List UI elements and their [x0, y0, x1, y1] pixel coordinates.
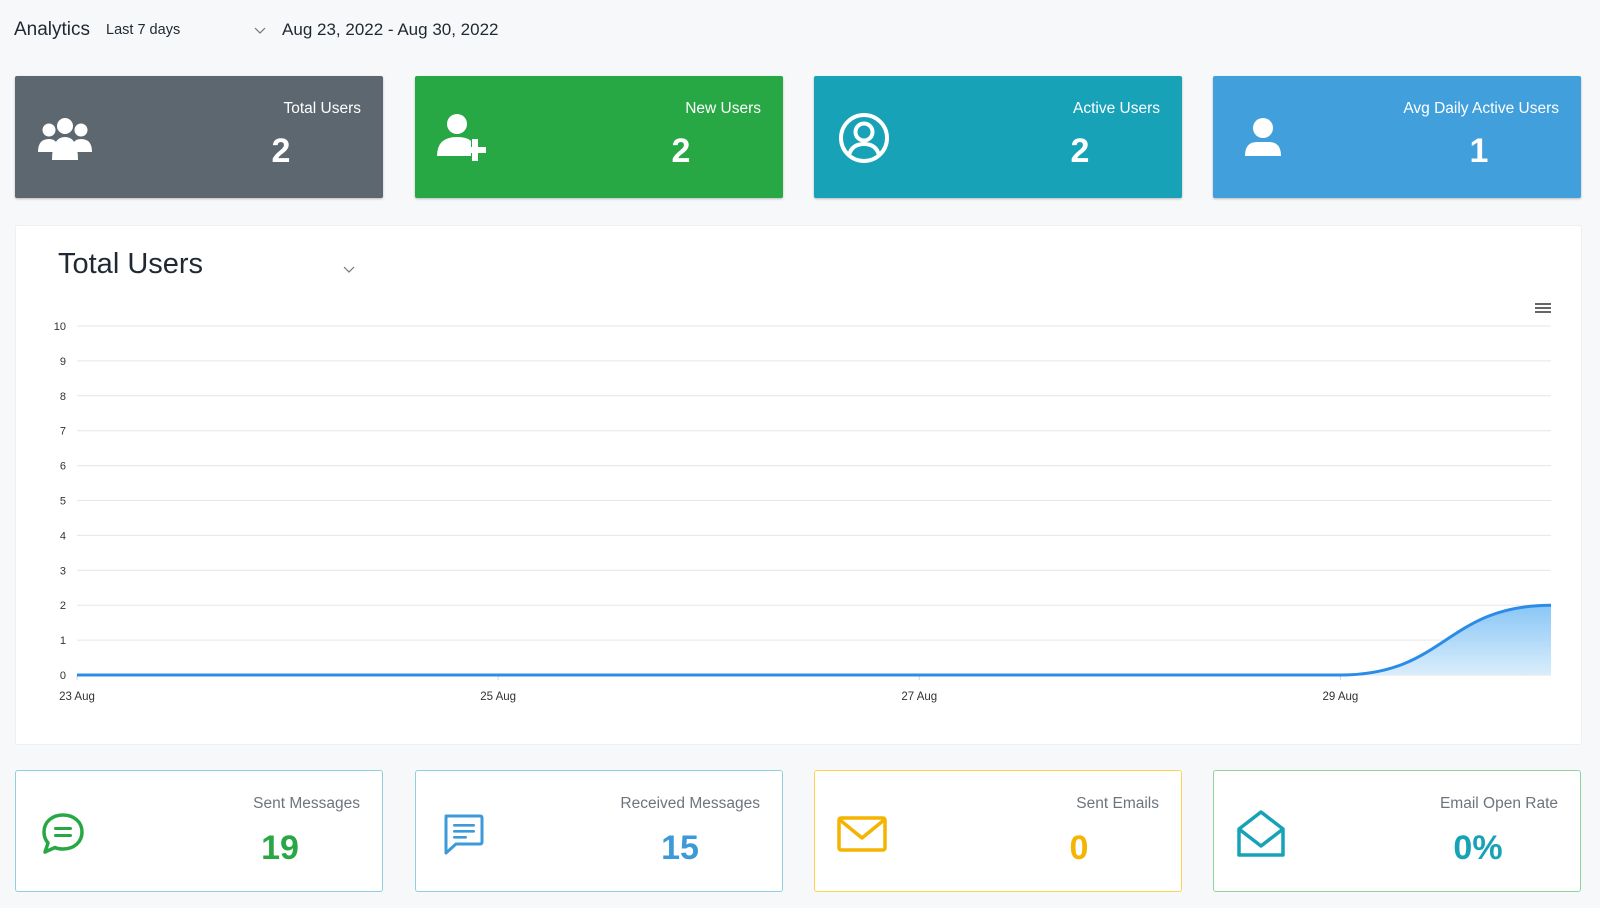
received-messages-value: 15: [661, 829, 699, 867]
y-tick-label: 1: [60, 635, 66, 647]
users-group-icon: [38, 118, 92, 160]
chat-bubble-icon: [42, 813, 84, 854]
active-users-card: Active Users 2: [814, 76, 1182, 198]
date-range-text: Aug 23, 2022 - Aug 30, 2022: [282, 20, 499, 39]
y-tick-label: 3: [60, 565, 66, 577]
sent-messages-value: 19: [261, 829, 299, 867]
chevron-down-icon: [254, 27, 266, 34]
y-tick-label: 6: [60, 461, 66, 473]
user-icon: [1245, 118, 1281, 156]
sent-emails-value: 0: [1069, 829, 1089, 867]
y-tick-label: 8: [60, 391, 66, 403]
x-tick-label: 25 Aug: [480, 691, 516, 703]
envelope-open-icon: [1237, 810, 1285, 857]
x-tick-label: 29 Aug: [1323, 691, 1359, 703]
page-title: Analytics: [14, 19, 91, 40]
active-users-label: Active Users: [1073, 100, 1160, 117]
sent-emails-label: Sent Emails: [1076, 795, 1159, 812]
y-tick-label: 10: [54, 321, 66, 333]
new-users-label: New Users: [685, 100, 761, 117]
received-messages-card: Received Messages 15: [415, 770, 783, 892]
date-range-select[interactable]: Last 7 days: [106, 22, 266, 38]
sent-messages-label: Sent Messages: [253, 795, 360, 812]
y-tick-label: 4: [60, 530, 66, 542]
y-tick-label: 9: [60, 356, 66, 368]
total-users-chart-panel: Total Users 0 1 2 3 4 5 6 7 8 9 10 23 Aug 25 Aug 27 A…: [15, 225, 1582, 745]
total-users-card: Total Users 2: [15, 76, 383, 198]
active-users-value: 2: [1070, 132, 1090, 170]
date-range-select-value: Last 7 days: [106, 22, 181, 38]
total-users-value: 2: [271, 132, 291, 170]
user-circle-icon: [839, 113, 889, 163]
y-tick-label: 0: [60, 670, 66, 682]
user-plus-icon: [437, 114, 486, 161]
email-open-rate-label: Email Open Rate: [1439, 795, 1558, 812]
page-header: Analytics Last 7 days Aug 23, 2022 - Aug…: [14, 14, 499, 46]
envelope-icon: [837, 816, 887, 852]
received-messages-label: Received Messages: [620, 795, 760, 812]
total-users-chart: 0 1 2 3 4 5 6 7 8 9 10 23 Aug 25 Aug 27 Aug 29 Aug: [54, 321, 1552, 703]
email-open-rate-card: Email Open Rate 0%: [1213, 770, 1581, 892]
new-users-value: 2: [671, 132, 691, 170]
message-square-icon: [444, 814, 484, 855]
avg-daily-active-users-label: Avg Daily Active Users: [1403, 100, 1559, 117]
sent-messages-card: Sent Messages 19: [15, 770, 383, 892]
y-tick-label: 5: [60, 496, 66, 508]
y-tick-label: 7: [60, 426, 66, 438]
new-users-card: New Users 2: [415, 76, 783, 198]
total-users-label: Total Users: [283, 100, 361, 117]
sent-emails-card: Sent Emails 0: [814, 770, 1182, 892]
avg-daily-active-users-card: Avg Daily Active Users 1: [1213, 76, 1581, 198]
y-tick-label: 2: [60, 600, 66, 612]
x-tick-label: 27 Aug: [901, 691, 937, 703]
avg-daily-active-users-value: 1: [1469, 132, 1489, 170]
x-tick-label: 23 Aug: [59, 691, 95, 703]
email-open-rate-value: 0%: [1453, 829, 1503, 867]
